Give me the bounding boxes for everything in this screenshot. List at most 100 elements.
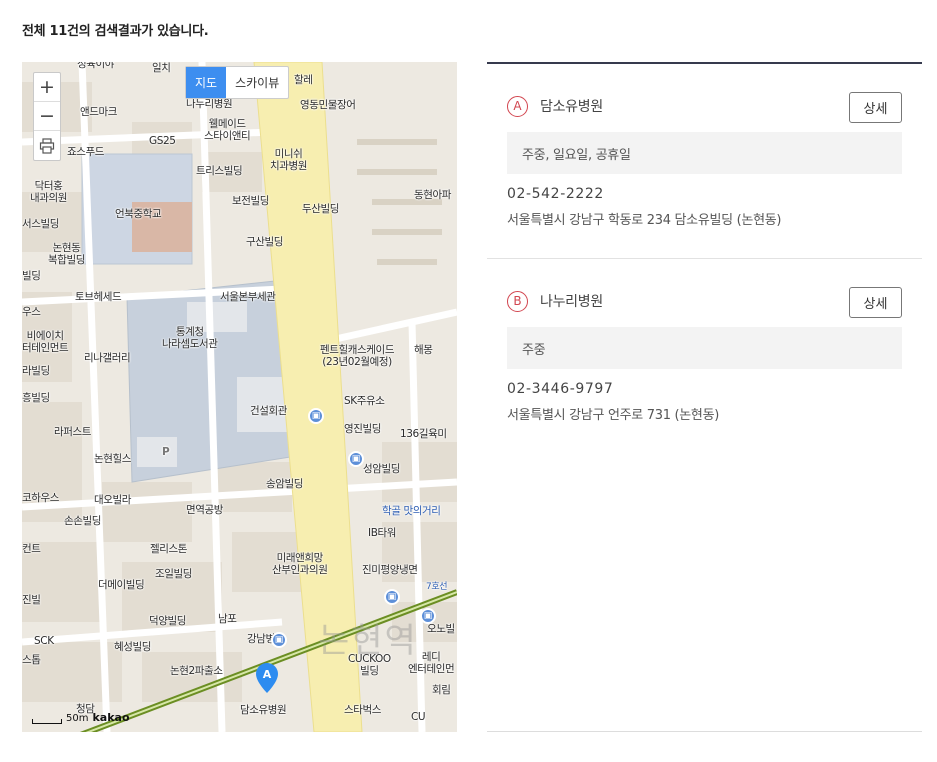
map-label: 논현2파출소 (170, 665, 223, 677)
map-label: 남포 (218, 613, 237, 625)
map-label: 오노빌 (427, 623, 455, 635)
map-label: 논현역 (318, 621, 418, 661)
kakao-logo: kakao (92, 711, 130, 724)
map-label: 진빌 (22, 594, 41, 606)
result-marker-b: B (507, 290, 528, 312)
open-days: 주중 (507, 327, 902, 369)
tab-skyview[interactable]: 스카이뷰 (226, 67, 288, 98)
map-label: 서스빌딩 (22, 218, 60, 230)
result-item: B 나누리병원 상세 주중 02-3446-9797 서울특별시 강남구 언주로… (487, 259, 922, 454)
map-label: 웰메이드 스타이앤티 (204, 118, 251, 143)
bus-stop-icon[interactable]: ▣ (271, 632, 287, 648)
map-marker-icon: A (256, 663, 278, 693)
map-label: 구산빌딩 (246, 236, 284, 248)
bus-stop-icon[interactable]: ▣ (420, 608, 436, 624)
hospital-name[interactable]: 담소유병원 (540, 96, 603, 116)
map-label: GS25 (149, 135, 176, 147)
map-label: 정육이야 (77, 62, 115, 70)
map-label: 영진빌딩 (344, 423, 382, 435)
map-label: 펜트힐캐스케이드 (23년02월예정) (320, 344, 395, 369)
map-label: 손손빌딩 (64, 515, 102, 527)
bus-stop-icon[interactable]: ▣ (384, 589, 400, 605)
map-label: 리나갤러리 (84, 352, 131, 364)
map-label: 송암빌딩 (266, 478, 304, 490)
map-label: 트리스빌딩 (196, 165, 243, 177)
result-item: A 담소유병원 상세 주중, 일요일, 공휴일 02-542-2222 서울특별… (487, 64, 922, 259)
phone-number: 02-542-2222 (507, 186, 604, 202)
map-label: 회림 (432, 684, 451, 696)
map-label: 비에이치 터테인먼트 (22, 330, 69, 355)
map-label: 혜성빌딩 (114, 641, 152, 653)
map-label: 일치 (152, 62, 171, 74)
map-label: 언북중학교 (115, 208, 162, 220)
scale-text: 50m (66, 713, 89, 724)
map-label: 서울본부세관 (220, 291, 276, 303)
hospital-name[interactable]: 나누리병원 (540, 291, 603, 311)
map-label: 미래앤희망 산부인과의원 (272, 552, 328, 577)
map-label: 통계청 나라셈도서관 (162, 326, 218, 351)
map-label: 136길육미 (400, 428, 447, 440)
map-label: 흥빌딩 (22, 392, 50, 404)
result-header: A 담소유병원 (507, 90, 902, 122)
bus-stop-icon[interactable]: ▣ (348, 451, 364, 467)
map-label: 미니쉬 치과병원 (270, 148, 308, 173)
map-label: 해몽 (414, 344, 433, 356)
location-pin-a[interactable]: A (256, 663, 278, 693)
map-label: 학골 맛의거리 (382, 505, 441, 517)
map-label: 대오빌라 (94, 494, 132, 506)
address: 서울특별시 강남구 학동로 234 담소유빌딩 (논현동) (507, 213, 782, 228)
map-label: CU (411, 711, 426, 723)
scale-bar (32, 719, 62, 724)
map-view[interactable]: 정육이야 일치 할레 앤드마크 나누리병원 영동민물장어 웰메이드 스타이앤티 … (22, 62, 457, 732)
bus-stop-icon[interactable]: ▣ (308, 408, 324, 424)
map-label: 조일빌딩 (155, 568, 193, 580)
map-label: SK주유소 (344, 395, 385, 407)
map-label: 빌딩 (22, 270, 41, 282)
map-label: 논현동 복합빌딩 (48, 242, 86, 267)
map-label: 라빌딩 (22, 365, 50, 377)
zoom-out-button[interactable]: − (34, 102, 60, 131)
scale-indicator (32, 719, 62, 724)
detail-button[interactable]: 상세 (849, 92, 902, 123)
printer-icon (39, 137, 55, 154)
zoom-in-button[interactable]: + (34, 73, 60, 102)
print-button[interactable] (34, 131, 60, 160)
map-scale: 50m kakao (32, 711, 130, 724)
map-label: 더메이빌딩 (98, 579, 145, 591)
results-list: A 담소유병원 상세 주중, 일요일, 공휴일 02-542-2222 서울특별… (487, 62, 922, 732)
tab-map[interactable]: 지도 (186, 67, 227, 98)
map-label: 진미평양냉면 (362, 564, 418, 576)
detail-button[interactable]: 상세 (849, 287, 902, 318)
map-label: 젤리스톤 (150, 543, 188, 555)
result-header: B 나누리병원 (507, 285, 902, 317)
map-label: 코하우스 (22, 492, 60, 504)
result-marker-a: A (507, 95, 528, 117)
map-label: 면역공방 (186, 504, 224, 516)
map-label: 건설회관 (250, 405, 288, 417)
map-label: 스톱 (22, 654, 41, 666)
phone-number: 02-3446-9797 (507, 381, 614, 397)
map-label: 덕양빌딩 (149, 615, 187, 627)
map-type-switch: 지도 스카이뷰 (185, 66, 290, 99)
map-label: 우스 (22, 306, 41, 318)
map-label: 닥터홍 내과의원 (30, 180, 68, 205)
map-label: 논현힐스 (94, 453, 132, 465)
open-days: 주중, 일요일, 공휴일 (507, 132, 902, 174)
map-label: 나누리병원 (186, 98, 233, 110)
map-label: 담소유병원 (240, 704, 287, 716)
map-label: P (162, 446, 170, 458)
map-label: SCK (34, 635, 54, 647)
map-label: 성암빌딩 (363, 463, 401, 475)
pin-letter: A (263, 668, 272, 681)
map-label: 동현아파 (414, 189, 452, 201)
map-label: 토브헤세드 (75, 291, 122, 303)
map-label: 스타벅스 (344, 704, 382, 716)
map-label: 컨트 (22, 543, 41, 555)
result-count: 전체 11건의 검색결과가 있습니다. (22, 24, 209, 39)
map-label: 보전빌딩 (232, 195, 270, 207)
map-label: 라퍼스트 (54, 426, 92, 438)
map-label: 7호선 (426, 582, 448, 592)
map-label: 할레 (294, 74, 313, 86)
map-label: IB타워 (368, 527, 397, 539)
map-label: 죠스푸드 (67, 146, 105, 158)
